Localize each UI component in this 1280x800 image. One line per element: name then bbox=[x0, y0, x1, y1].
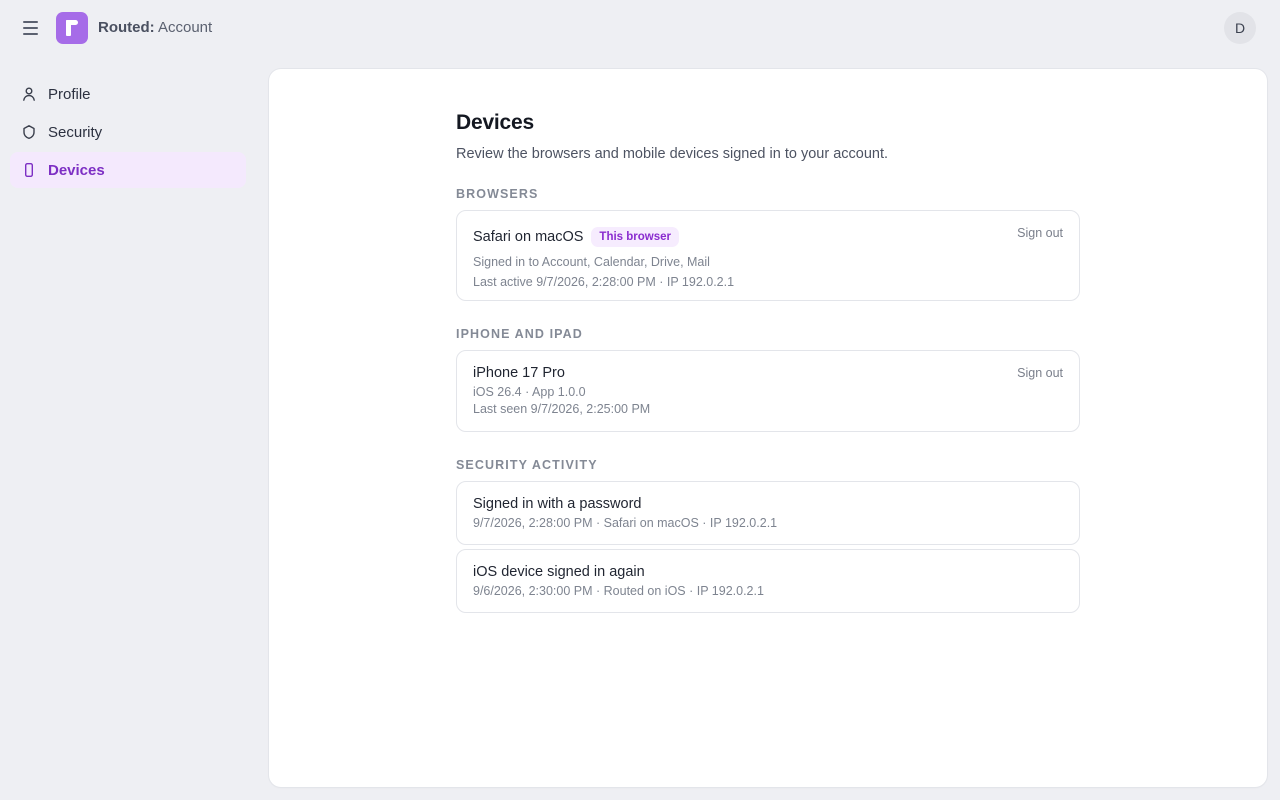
section-label-browsers: Browsers bbox=[456, 187, 539, 201]
routed-logo[interactable] bbox=[56, 12, 88, 44]
sidebar-item-devices[interactable]: Devices bbox=[10, 152, 246, 188]
last-active: Last active 9/7/2026, 2:28:00 PM · IP 19… bbox=[473, 275, 735, 289]
sign-out-button[interactable]: Sign out bbox=[1017, 366, 1063, 380]
activity-detail: 9/7/2026, 2:28:00 PM · Safari on macOS ·… bbox=[473, 516, 778, 530]
mobile-device-card: iPhone 17 Pro iOS 26.4 · App 1.0.0 Last … bbox=[456, 350, 1080, 432]
sidebar-item-profile[interactable]: Profile bbox=[10, 76, 246, 112]
browser-card: Safari on macOS This browser Signed in t… bbox=[456, 210, 1080, 301]
phone-icon bbox=[20, 161, 38, 179]
device-name-text: Safari on macOS bbox=[473, 229, 584, 245]
section-label-mobile: iPhone and iPad bbox=[456, 327, 583, 341]
device-version: iOS 26.4 · App 1.0.0 bbox=[473, 385, 586, 399]
activity-item: iOS device signed in again 9/6/2026, 2:3… bbox=[456, 549, 1080, 613]
device-name: Safari on macOS This browser bbox=[473, 227, 1063, 247]
top-bar: Routed: Account D bbox=[0, 0, 1280, 56]
menu-icon[interactable] bbox=[18, 16, 42, 40]
activity-item: Signed in with a password 9/7/2026, 2:28… bbox=[456, 481, 1080, 545]
brand-name: Routed: bbox=[98, 19, 155, 36]
sidebar-item-label: Devices bbox=[48, 161, 105, 179]
main-panel: Devices Review the browsers and mobile d… bbox=[269, 69, 1267, 787]
brand-suffix: Account bbox=[154, 19, 213, 36]
section-label-activity: Security activity bbox=[456, 458, 598, 472]
devices-content: Devices Review the browsers and mobile d… bbox=[456, 111, 1080, 613]
avatar[interactable]: D bbox=[1224, 12, 1256, 44]
device-name: iPhone 17 Pro bbox=[473, 365, 565, 381]
sidebar-item-label: Security bbox=[48, 123, 103, 141]
activity-title: Signed in with a password bbox=[473, 496, 642, 512]
shield-icon bbox=[20, 123, 38, 141]
activity-title: iOS device signed in again bbox=[473, 564, 645, 580]
sign-out-button[interactable]: Sign out bbox=[1017, 226, 1063, 240]
app-title: Routed: Account bbox=[98, 19, 212, 36]
sidebar-item-security[interactable]: Security bbox=[10, 114, 246, 150]
sidebar-item-label: Profile bbox=[48, 85, 91, 103]
page-description: Review the browsers and mobile devices s… bbox=[456, 146, 889, 162]
page-title: Devices bbox=[456, 111, 534, 134]
signed-in-services: Signed in to Account, Calendar, Drive, M… bbox=[473, 255, 710, 269]
activity-detail: 9/6/2026, 2:30:00 PM · Routed on iOS · I… bbox=[473, 584, 764, 598]
sidebar: Profile Security Devices bbox=[10, 76, 246, 190]
this-browser-badge: This browser bbox=[591, 227, 679, 247]
last-seen: Last seen 9/7/2026, 2:25:00 PM bbox=[473, 402, 651, 416]
user-icon bbox=[20, 85, 38, 103]
